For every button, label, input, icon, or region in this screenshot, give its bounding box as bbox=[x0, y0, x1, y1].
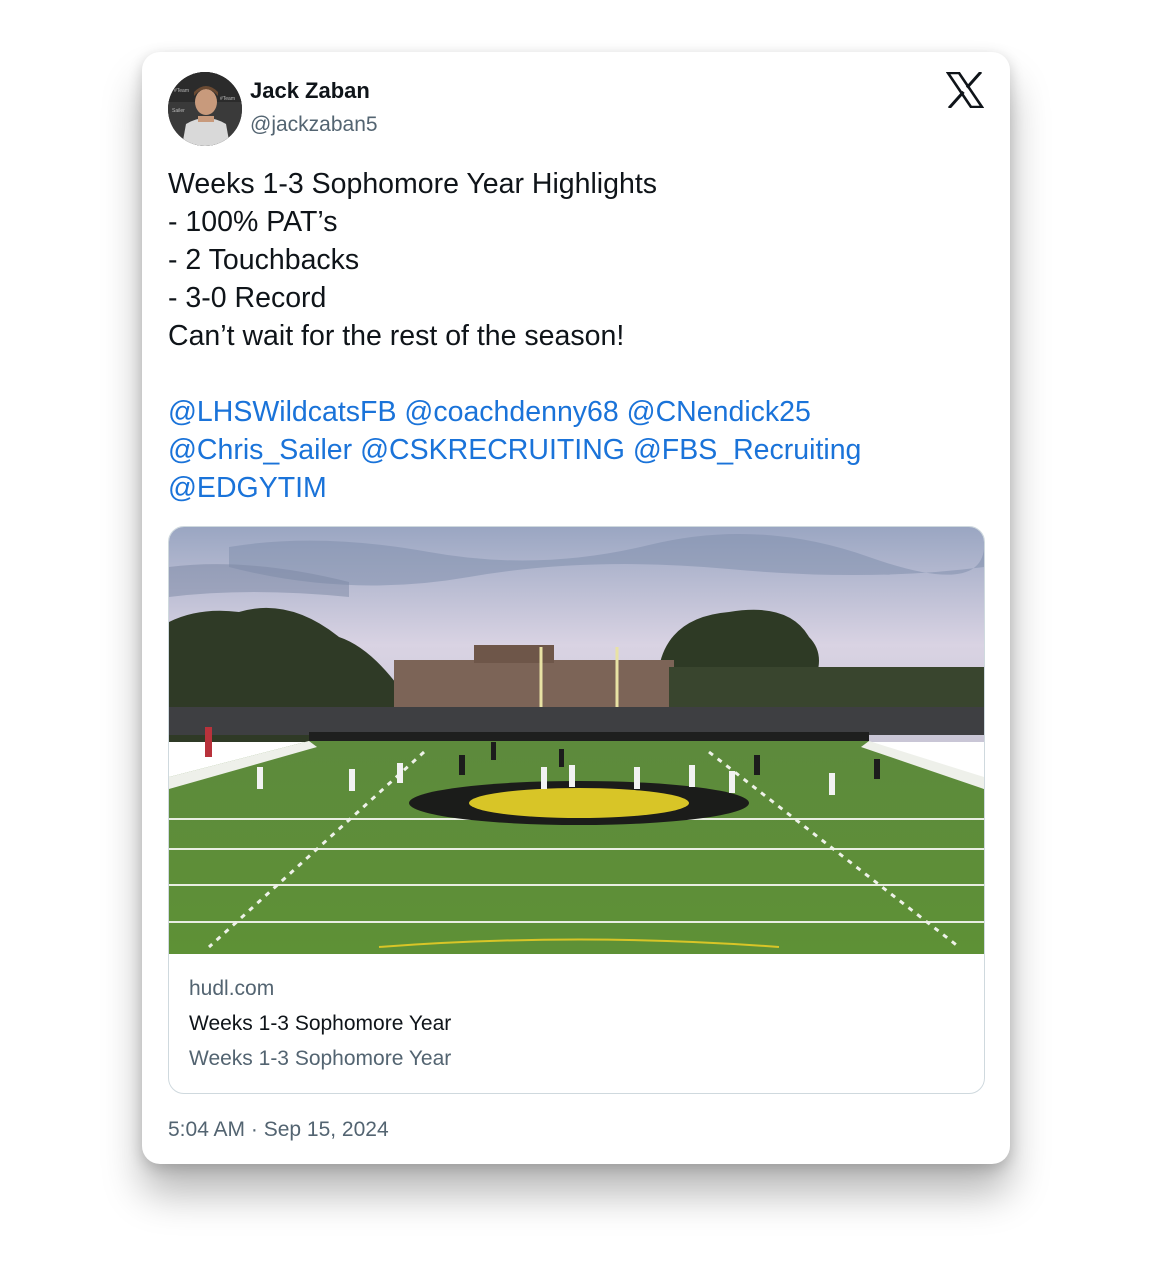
tweet-line: - 3-0 Record bbox=[168, 282, 327, 314]
mention-link[interactable]: @FBS_Recruiting bbox=[633, 434, 862, 466]
x-logo-icon[interactable] bbox=[945, 70, 985, 110]
link-title: Weeks 1-3 Sophomore Year bbox=[189, 1012, 452, 1035]
link-preview-image bbox=[169, 527, 984, 954]
tweet-line: Can’t wait for the rest of the season! bbox=[168, 320, 625, 352]
mention-link[interactable]: @CSKRECRUITING bbox=[360, 434, 625, 466]
svg-text:Sailer: Sailer bbox=[172, 108, 185, 114]
link-description: Weeks 1-3 Sophomore Year bbox=[189, 1047, 452, 1070]
mention-link[interactable]: @EDGYTIM bbox=[168, 472, 327, 504]
mentions-line: @Chris_Sailer @CSKRECRUITING @FBS_Recrui… bbox=[168, 431, 988, 469]
svg-text:#Team: #Team bbox=[174, 88, 189, 94]
tweet-line: - 100% PAT’s bbox=[168, 206, 338, 238]
mention-link[interactable]: @LHSWildcatsFB bbox=[168, 396, 396, 428]
mention-link[interactable]: @Chris_Sailer bbox=[168, 434, 352, 466]
link-domain: hudl.com bbox=[189, 977, 275, 1000]
mention-link[interactable]: @coachdenny68 bbox=[404, 396, 618, 428]
mentions-line: @EDGYTIM bbox=[168, 469, 988, 507]
author-name[interactable]: Jack Zaban bbox=[250, 78, 370, 104]
link-preview-card[interactable]: hudl.com Weeks 1-3 Sophomore Year Weeks … bbox=[168, 526, 985, 1094]
avatar-photo: #Team #Team Sailer bbox=[168, 72, 242, 146]
mentions-line: @LHSWildcatsFB @coachdenny68 @CNendick25 bbox=[168, 393, 988, 431]
mention-link[interactable]: @CNendick25 bbox=[627, 396, 811, 428]
tweet-line: Weeks 1-3 Sophomore Year Highlights bbox=[168, 168, 658, 200]
svg-text:#Team: #Team bbox=[220, 96, 235, 102]
tweet-card: #Team #Team Sailer Jack Zaban @jackzaban… bbox=[142, 52, 1010, 1164]
tweet-line: - 2 Touchbacks bbox=[168, 244, 360, 276]
tweet-text: Weeks 1-3 Sophomore Year Highlights - 10… bbox=[168, 165, 988, 507]
avatar[interactable]: #Team #Team Sailer bbox=[168, 72, 242, 146]
author-handle[interactable]: @jackzaban5 bbox=[250, 113, 378, 137]
tweet-timestamp[interactable]: 5:04 AM · Sep 15, 2024 bbox=[168, 1118, 389, 1142]
